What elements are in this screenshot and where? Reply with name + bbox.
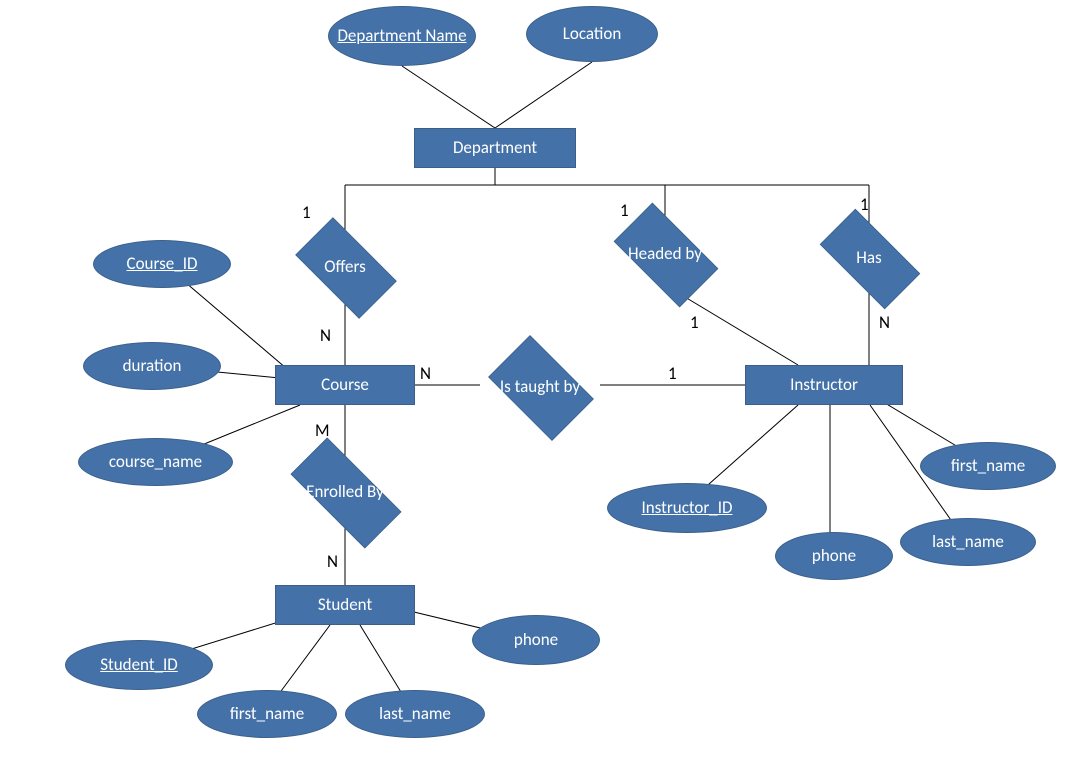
attr-label: Student_ID xyxy=(100,656,178,675)
attr-label: phone xyxy=(514,631,558,650)
attr-label: duration xyxy=(123,357,182,376)
attr-label: Department Name xyxy=(337,27,466,46)
attr-duration: duration xyxy=(83,342,221,390)
attr-department-name: Department Name xyxy=(328,6,476,66)
attr-instructor-phone: phone xyxy=(775,532,893,580)
card-enrolled-student: N xyxy=(327,551,338,572)
attr-course-id: Course_ID xyxy=(93,240,231,288)
card-has-dep: 1 xyxy=(860,194,869,215)
attr-student-phone: phone xyxy=(472,615,600,665)
attr-instructor-id: Instructor_ID xyxy=(607,483,767,533)
attr-label: first_name xyxy=(230,705,304,724)
attr-student-first-name: first_name xyxy=(197,690,337,738)
card-offers-course: N xyxy=(320,325,331,346)
attr-course-name: course_name xyxy=(78,438,233,486)
attr-label: last_name xyxy=(379,705,451,724)
attr-label: Location xyxy=(563,25,622,44)
attr-label: Course_ID xyxy=(127,255,198,274)
card-taught-course: N xyxy=(420,363,431,384)
entity-student: Student xyxy=(275,585,415,625)
attr-location: Location xyxy=(526,6,658,62)
attr-label: course_name xyxy=(109,453,202,472)
attr-instructor-last-name: last_name xyxy=(900,518,1036,566)
rel-is-taught-by: Is taught by xyxy=(480,348,600,426)
entity-label: Course xyxy=(321,376,369,395)
card-taught-instr: 1 xyxy=(668,363,677,384)
rel-label: Headed by xyxy=(628,245,702,264)
rel-label: Enrolled By xyxy=(306,483,384,502)
rel-enrolled-by: Enrolled By xyxy=(275,458,415,526)
rel-label: Is taught by xyxy=(500,378,580,397)
card-headed-dep: 1 xyxy=(620,200,629,221)
entity-course: Course xyxy=(275,365,415,405)
card-enrolled-course: M xyxy=(315,420,330,441)
attr-student-last-name: last_name xyxy=(345,690,485,738)
rel-offers: Offers xyxy=(285,232,405,302)
rel-headed-by: Headed by xyxy=(603,218,727,290)
entity-department: Department xyxy=(414,128,576,168)
attr-label: first_name xyxy=(951,457,1025,476)
entity-instructor: Instructor xyxy=(745,365,903,405)
attr-label: Instructor_ID xyxy=(641,499,732,518)
rel-label: Has xyxy=(856,249,881,268)
card-offers-dep: 1 xyxy=(302,202,311,223)
rel-has: Has xyxy=(808,225,930,291)
attr-label: last_name xyxy=(932,533,1004,552)
attr-label: phone xyxy=(812,547,856,566)
attr-student-id: Student_ID xyxy=(65,640,213,690)
er-diagram: Department Name Location Department Offe… xyxy=(0,0,1069,765)
rel-label: Offers xyxy=(324,258,366,277)
entity-label: Student xyxy=(318,596,372,615)
card-headed-instr: 1 xyxy=(690,312,699,333)
attr-instructor-first-name: first_name xyxy=(920,442,1056,490)
entity-label: Instructor xyxy=(790,376,858,395)
entity-label: Department xyxy=(453,139,537,158)
card-has-instr: N xyxy=(879,312,890,333)
